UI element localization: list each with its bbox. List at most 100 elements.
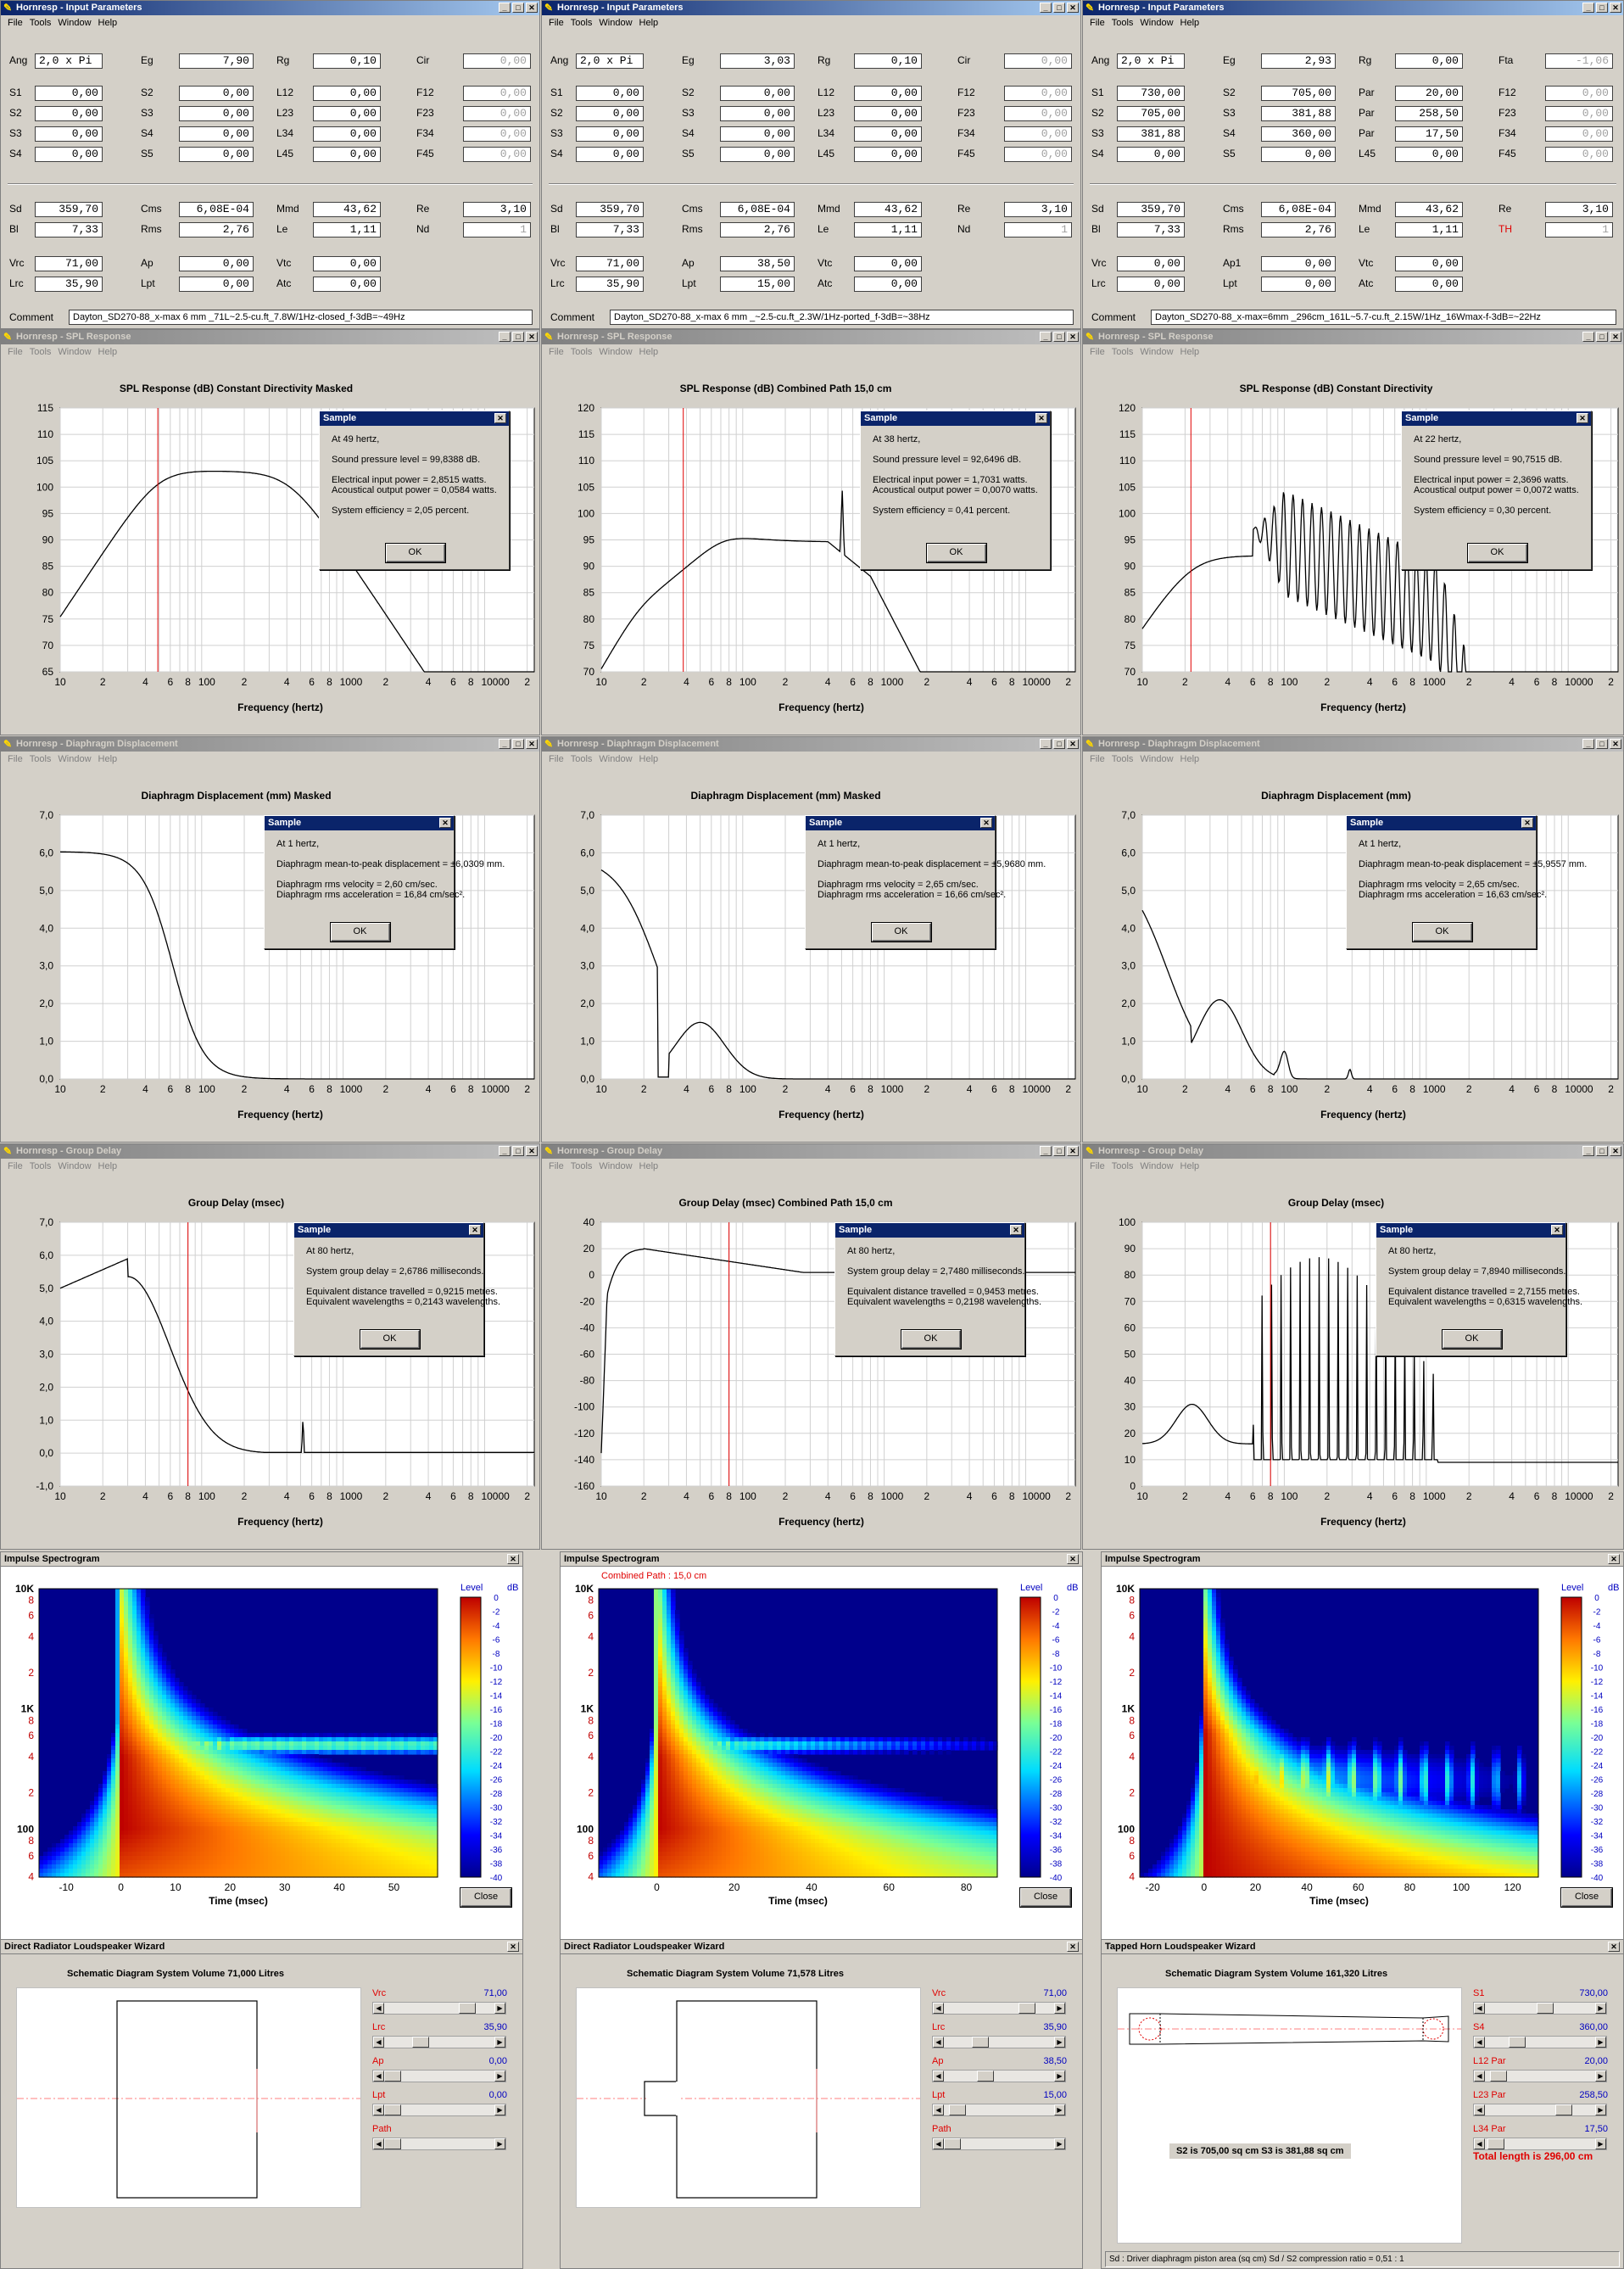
param-field[interactable]: 0,00 bbox=[35, 86, 103, 101]
param-field[interactable]: 0,00 bbox=[35, 126, 103, 142]
minimize-button[interactable]: _ bbox=[1040, 3, 1052, 13]
menu-tools[interactable]: Tools bbox=[30, 347, 52, 357]
menu-tools[interactable]: Tools bbox=[30, 1161, 52, 1171]
close-button[interactable]: Close bbox=[460, 1887, 512, 1908]
menu-file[interactable]: File bbox=[8, 18, 23, 28]
menu-window[interactable]: Window bbox=[599, 18, 632, 28]
menu-tools[interactable]: Tools bbox=[30, 754, 52, 764]
maximize-button[interactable]: □ bbox=[512, 739, 524, 749]
menu-file[interactable]: File bbox=[549, 1161, 564, 1171]
dialog-title-bar[interactable]: Sample ✕ bbox=[806, 816, 995, 830]
param-field[interactable]: 0,00 bbox=[179, 277, 254, 292]
menu-help[interactable]: Help bbox=[98, 754, 118, 764]
param-field[interactable]: 0,00 bbox=[179, 256, 254, 271]
param-field[interactable]: 0,00 bbox=[1261, 277, 1336, 292]
param-field[interactable]: 0,00 bbox=[1004, 126, 1072, 142]
title-bar[interactable]: ✎ Hornresp - Group Delay _ □ ✕ bbox=[1, 1144, 539, 1159]
ok-button[interactable]: OK bbox=[384, 543, 446, 563]
param-field[interactable]: 0,00 bbox=[1395, 277, 1463, 292]
ok-button[interactable]: OK bbox=[329, 922, 391, 942]
dialog-close-button[interactable]: ✕ bbox=[1551, 1225, 1563, 1235]
menu-tools[interactable]: Tools bbox=[571, 1161, 593, 1171]
title-bar[interactable]: ✎ Hornresp - Group Delay _ □ ✕ bbox=[542, 1144, 1080, 1159]
param-field[interactable]: 35,90 bbox=[576, 277, 644, 292]
param-field[interactable]: 0,00 bbox=[854, 147, 922, 162]
param-field[interactable]: 0,00 bbox=[179, 86, 254, 101]
param-field[interactable]: 705,00 bbox=[1117, 106, 1185, 121]
close-button[interactable]: ✕ bbox=[1067, 3, 1079, 13]
title-bar[interactable]: ✎ Hornresp - Diaphragm Displacement _ □ ✕ bbox=[542, 737, 1080, 752]
menu-tools[interactable]: Tools bbox=[571, 754, 593, 764]
param-field[interactable]: 38,50 bbox=[720, 256, 795, 271]
minimize-button[interactable]: _ bbox=[499, 332, 511, 342]
param-field[interactable]: 35,90 bbox=[35, 277, 103, 292]
title-bar[interactable]: ✎ Hornresp - SPL Response _ □ ✕ bbox=[1, 330, 539, 344]
menu-file[interactable]: File bbox=[8, 347, 23, 357]
param-field[interactable]: 0,00 bbox=[1545, 106, 1613, 121]
param-field[interactable]: 0,00 bbox=[1117, 256, 1185, 271]
param-field[interactable]: 0,00 bbox=[463, 53, 531, 69]
menu-help[interactable]: Help bbox=[1180, 754, 1200, 764]
param-field[interactable]: 1 bbox=[1545, 222, 1613, 238]
param-field[interactable]: 0,00 bbox=[1545, 86, 1613, 101]
close-button[interactable]: ✕ bbox=[507, 1554, 519, 1564]
param-field[interactable]: 359,70 bbox=[1117, 202, 1185, 217]
param-field[interactable]: 17,50 bbox=[1395, 126, 1463, 142]
param-field[interactable]: 3,10 bbox=[1545, 202, 1613, 217]
dialog-title-bar[interactable]: Sample ✕ bbox=[1402, 411, 1591, 426]
menu-window[interactable]: Window bbox=[58, 347, 91, 357]
param-field[interactable]: 2,0 x Pi bbox=[1117, 53, 1185, 69]
param-field[interactable]: 0,00 bbox=[463, 106, 531, 121]
menu-window[interactable]: Window bbox=[1140, 347, 1173, 357]
title-bar[interactable]: Impulse Spectrogram ✕ bbox=[561, 1552, 1082, 1567]
title-bar[interactable]: ✎ Hornresp - Input Parameters _ □ ✕ bbox=[542, 1, 1080, 15]
param-field[interactable]: 71,00 bbox=[35, 256, 103, 271]
minimize-button[interactable]: _ bbox=[1582, 739, 1594, 749]
menu-file[interactable]: File bbox=[8, 754, 23, 764]
ok-button[interactable]: OK bbox=[1466, 543, 1528, 563]
menu-file[interactable]: File bbox=[1090, 754, 1105, 764]
title-bar[interactable]: ✎ Hornresp - Input Parameters _ □ ✕ bbox=[1083, 1, 1623, 15]
param-field[interactable]: 0,00 bbox=[1004, 86, 1072, 101]
minimize-button[interactable]: _ bbox=[499, 1146, 511, 1156]
dialog-close-button[interactable]: ✕ bbox=[980, 818, 992, 828]
param-field[interactable]: 0,00 bbox=[179, 106, 254, 121]
menu-window[interactable]: Window bbox=[1140, 1161, 1173, 1171]
dialog-close-button[interactable]: ✕ bbox=[494, 413, 506, 423]
param-field[interactable]: 0,00 bbox=[854, 277, 922, 292]
dialog-close-button[interactable]: ✕ bbox=[469, 1225, 481, 1235]
param-field[interactable]: 0,00 bbox=[1395, 256, 1463, 271]
menu-tools[interactable]: Tools bbox=[1112, 347, 1134, 357]
maximize-button[interactable]: □ bbox=[1596, 332, 1608, 342]
maximize-button[interactable]: □ bbox=[1596, 739, 1608, 749]
menu-help[interactable]: Help bbox=[1180, 18, 1200, 28]
dialog-close-button[interactable]: ✕ bbox=[1035, 413, 1047, 423]
param-field[interactable]: 0,00 bbox=[35, 106, 103, 121]
param-field[interactable]: 0,00 bbox=[576, 147, 644, 162]
ok-button[interactable]: OK bbox=[925, 543, 987, 563]
close-button[interactable]: ✕ bbox=[1067, 1554, 1079, 1564]
param-field[interactable]: 3,03 bbox=[720, 53, 795, 69]
menu-help[interactable]: Help bbox=[98, 18, 118, 28]
maximize-button[interactable]: □ bbox=[1053, 739, 1065, 749]
param-field[interactable]: 1 bbox=[1004, 222, 1072, 238]
param-field[interactable]: 0,00 bbox=[1117, 277, 1185, 292]
minimize-button[interactable]: _ bbox=[1040, 332, 1052, 342]
maximize-button[interactable]: □ bbox=[1596, 3, 1608, 13]
close-button[interactable]: ✕ bbox=[526, 3, 538, 13]
param-field[interactable]: 0,00 bbox=[1545, 126, 1613, 142]
close-button[interactable]: ✕ bbox=[1610, 1146, 1621, 1156]
title-bar[interactable]: ✎ Hornresp - Group Delay _ □ ✕ bbox=[1083, 1144, 1623, 1159]
param-field[interactable]: 0,00 bbox=[1004, 106, 1072, 121]
menu-tools[interactable]: Tools bbox=[30, 18, 52, 28]
menu-window[interactable]: Window bbox=[599, 1161, 632, 1171]
param-field[interactable]: 0,00 bbox=[854, 106, 922, 121]
menu-tools[interactable]: Tools bbox=[1112, 754, 1134, 764]
param-field[interactable]: 0,00 bbox=[576, 86, 644, 101]
param-field[interactable]: 0,10 bbox=[854, 53, 922, 69]
param-field[interactable]: 0,00 bbox=[179, 126, 254, 142]
close-button[interactable]: ✕ bbox=[1610, 3, 1621, 13]
param-field[interactable]: 43,62 bbox=[1395, 202, 1463, 217]
dialog-title-bar[interactable]: Sample ✕ bbox=[1376, 1223, 1565, 1238]
ok-button[interactable]: OK bbox=[870, 922, 932, 942]
